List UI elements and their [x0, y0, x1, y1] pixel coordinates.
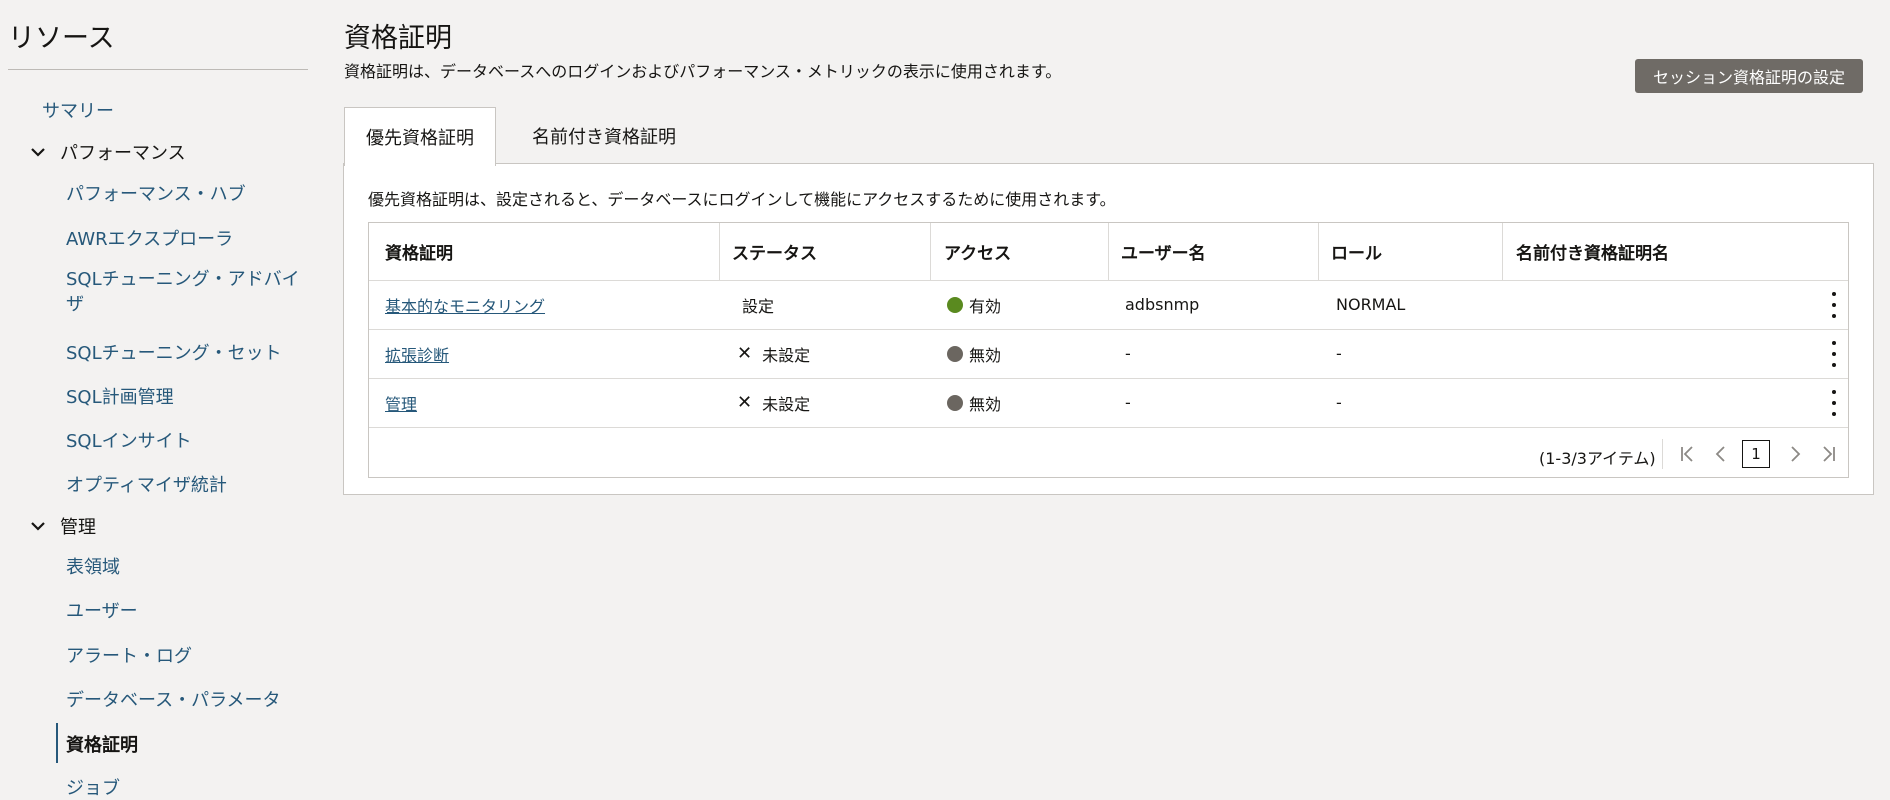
sidebar-item-awr[interactable]: AWRエクスプローラ [66, 225, 233, 251]
sidebar-item-summary[interactable]: サマリー [42, 97, 114, 123]
page-description: 資格証明は、データベースへのログインおよびパフォーマンス・メトリックの表示に使用… [344, 62, 1062, 81]
row-actions-icon[interactable] [1824, 390, 1844, 416]
status-text: 未設定 [762, 345, 811, 365]
last-page-icon[interactable] [1817, 442, 1841, 466]
next-page-icon[interactable] [1783, 442, 1807, 466]
sidebar-item-optimizer-stats[interactable]: オプティマイザ統計 [66, 471, 227, 497]
sidebar-group-label: パフォーマンス [60, 143, 186, 164]
pagination-count: (1-3/3アイテム) [1539, 449, 1656, 468]
role-cell: NORMAL [1336, 295, 1406, 314]
pagination: (1-3/3アイテム) 1 [369, 431, 1848, 477]
x-icon: ✕ [737, 392, 753, 413]
status-text: 未設定 [762, 394, 811, 414]
username-cell: - [1125, 393, 1131, 412]
username-cell: adbsnmp [1125, 295, 1200, 314]
tab-preferred-credentials[interactable]: 優先資格証明 [344, 107, 496, 166]
set-session-credentials-button[interactable]: セッション資格証明の設定 [1635, 59, 1863, 93]
table-row: 管理 ✕ 未設定 無効 - - [369, 378, 1848, 428]
role-cell: - [1336, 393, 1342, 412]
access-text: 無効 [969, 394, 1002, 414]
status-cell: 設定 [742, 280, 774, 329]
page-title: 資格証明 [344, 23, 452, 54]
sidebar-item-sql-plan[interactable]: SQL計画管理 [66, 383, 174, 409]
sidebar-group-management[interactable]: 管理 [30, 513, 96, 539]
sidebar-item-perf-hub[interactable]: パフォーマンス・ハブ [66, 180, 246, 206]
sidebar: リソース サマリー パフォーマンス パフォーマンス・ハブ AWRエクスプローラ … [0, 0, 320, 799]
previous-page-icon[interactable] [1709, 442, 1733, 466]
sidebar-group-label: 管理 [60, 517, 96, 538]
sidebar-item-alert-log[interactable]: アラート・ログ [66, 642, 192, 668]
page-number-button[interactable]: 1 [1742, 440, 1770, 468]
status-cell: ✕ 未設定 [737, 329, 810, 378]
access-cell: 無効 [947, 378, 1001, 427]
sidebar-item-sql-insight[interactable]: SQLインサイト [66, 427, 192, 453]
credentials-panel: 優先資格証明は、設定されると、データベースにログインして機能にアクセスするために… [343, 163, 1874, 495]
credential-link[interactable]: 拡張診断 [385, 342, 449, 366]
row-actions-icon[interactable] [1824, 292, 1844, 318]
sidebar-item-credentials[interactable]: 資格証明 [66, 731, 138, 757]
table-row: 基本的なモニタリング 設定 有効 adbsnmp NORMAL [369, 280, 1848, 330]
credential-link[interactable]: 管理 [385, 391, 417, 415]
table-header: 資格証明 ステータス アクセス ユーザー名 ロール 名前付き資格証明名 [369, 223, 1848, 281]
active-indicator [56, 723, 58, 763]
sidebar-item-sql-tuning-advisor[interactable]: SQLチューニング・アドバイザ [66, 267, 306, 317]
column-header-access[interactable]: アクセス [931, 223, 1109, 280]
sidebar-item-jobs[interactable]: ジョブ [66, 774, 120, 800]
sidebar-item-tablespaces[interactable]: 表領域 [66, 553, 120, 579]
row-actions-icon[interactable] [1824, 341, 1844, 367]
tab-named-credentials[interactable]: 名前付き資格証明 [504, 107, 704, 164]
first-page-icon[interactable] [1675, 442, 1699, 466]
sidebar-group-performance[interactable]: パフォーマンス [30, 139, 186, 165]
status-dot-icon [947, 296, 963, 313]
credentials-table: 資格証明 ステータス アクセス ユーザー名 ロール 名前付き資格証明名 基本的な… [368, 222, 1849, 478]
chevron-down-icon [31, 522, 45, 531]
column-header-named-credential[interactable]: 名前付き資格証明名 [1503, 223, 1848, 280]
sidebar-item-db-params[interactable]: データベース・パラメータ [66, 686, 281, 712]
status-dot-icon [947, 345, 963, 362]
status-cell: ✕ 未設定 [737, 378, 810, 427]
credential-link[interactable]: 基本的なモニタリング [385, 293, 545, 317]
panel-description: 優先資格証明は、設定されると、データベースにログインして機能にアクセスするために… [368, 190, 1116, 209]
sidebar-divider [8, 69, 308, 70]
sidebar-title: リソース [8, 23, 115, 54]
column-header-credential[interactable]: 資格証明 [369, 223, 720, 280]
chevron-down-icon [31, 148, 45, 157]
column-header-status[interactable]: ステータス [720, 223, 931, 280]
sidebar-item-users[interactable]: ユーザー [66, 597, 138, 623]
access-text: 無効 [969, 345, 1002, 365]
column-header-username[interactable]: ユーザー名 [1109, 223, 1319, 280]
access-cell: 無効 [947, 329, 1001, 378]
access-text: 有効 [969, 296, 1002, 316]
pagination-divider [1662, 439, 1663, 469]
status-dot-icon [947, 394, 963, 411]
role-cell: - [1336, 344, 1342, 363]
table-row: 拡張診断 ✕ 未設定 無効 - - [369, 329, 1848, 379]
column-header-role[interactable]: ロール [1319, 223, 1503, 280]
access-cell: 有効 [947, 280, 1001, 329]
x-icon: ✕ [737, 343, 753, 364]
status-text: 設定 [742, 296, 775, 316]
username-cell: - [1125, 344, 1131, 363]
sidebar-item-sql-tuning-set[interactable]: SQLチューニング・セット [66, 339, 282, 365]
